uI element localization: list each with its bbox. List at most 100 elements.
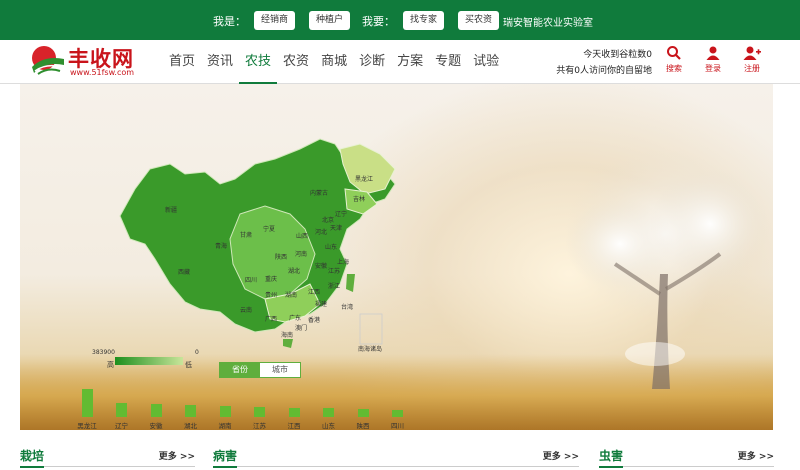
site-logo[interactable]: 丰收网 www.51fsw.com — [30, 43, 148, 81]
toggle-province[interactable]: 省份 — [220, 363, 260, 377]
section-pests: 虫害 更多 >> — [599, 443, 774, 468]
search-icon — [667, 46, 681, 60]
nav-trials[interactable]: 试验 — [467, 40, 505, 84]
label-jiangxi: 江西 — [308, 289, 320, 296]
nav-tech[interactable]: 农技 — [239, 40, 278, 84]
nav-topics[interactable]: 专题 — [429, 40, 467, 84]
label-hubei: 湖北 — [288, 267, 300, 275]
label-hebei: 河北 — [315, 228, 327, 236]
buy-supplies-button[interactable]: 买农资 — [458, 11, 500, 30]
label-nanhai: 南海诸岛 — [358, 345, 382, 353]
bar[interactable] — [392, 409, 403, 417]
bar[interactable] — [288, 407, 300, 417]
bar-column[interactable]: 陕西 — [346, 408, 380, 430]
province-bar-chart: 黑龙江 辽宁 安徽 湖北 湖南 江苏 江西 山东 陕西 四川 — [70, 379, 410, 430]
label-guizhou: 贵州 — [265, 291, 277, 299]
map-hainan[interactable] — [283, 339, 293, 348]
toggle-city[interactable]: 城市 — [260, 363, 300, 377]
i-want-label: 我要： — [362, 14, 395, 28]
label-shaanxi: 陕西 — [275, 253, 287, 261]
bar-label: 山东 — [322, 422, 335, 430]
label-shandong: 山东 — [325, 243, 337, 251]
label-qinghai: 青海 — [215, 242, 227, 250]
bar-column[interactable]: 黑龙江 — [70, 389, 104, 430]
bar-column[interactable]: 四川 — [381, 409, 415, 430]
bar-column[interactable]: 安徽 — [139, 404, 173, 430]
more-link-pests[interactable]: 更多 >> — [738, 449, 774, 462]
legend-gradient — [115, 357, 183, 365]
login-button[interactable]: 登录 — [696, 45, 730, 74]
bar-column[interactable]: 湖南 — [208, 406, 242, 430]
bar-label: 黑龙江 — [77, 422, 97, 430]
bar-label: 四川 — [391, 422, 404, 430]
label-jilin: 吉林 — [353, 195, 365, 203]
label-fujian: 福建 — [315, 300, 327, 308]
map-legend: 383900 0 高 低 — [92, 349, 207, 369]
bar-column[interactable]: 江苏 — [243, 406, 277, 430]
label-hainan: 海南 — [281, 331, 293, 339]
bar[interactable] — [254, 406, 265, 417]
grower-button[interactable]: 种植户 — [309, 11, 351, 30]
label-tianjin: 天津 — [330, 225, 342, 232]
label-sichuan: 四川 — [245, 277, 257, 284]
login-label: 登录 — [705, 64, 721, 73]
bar[interactable] — [219, 406, 231, 417]
bar-column[interactable]: 江西 — [277, 407, 311, 430]
user-icon — [706, 46, 720, 60]
legend-high-label: 高 — [107, 361, 114, 369]
register-button[interactable]: 注册 — [735, 45, 769, 74]
label-gansu: 甘肃 — [240, 231, 252, 239]
lab-link[interactable]: 瑞安智能农业实验室 — [503, 14, 593, 29]
bar-label: 安徽 — [149, 422, 163, 430]
header: 丰收网 www.51fsw.com 首页 资讯 农技 农资 商城 诊断 方案 专… — [0, 40, 800, 84]
bar-column[interactable]: 湖北 — [174, 405, 208, 430]
label-henan: 河南 — [295, 250, 307, 258]
label-heilongjiang: 黑龙江 — [355, 175, 373, 183]
more-link-disease[interactable]: 更多 >> — [543, 449, 579, 462]
label-yunnan: 云南 — [240, 306, 252, 314]
bar-column[interactable]: 山东 — [312, 408, 346, 430]
label-xianggang: 香港 — [308, 316, 320, 324]
bar[interactable] — [185, 405, 196, 417]
nav-diagnosis[interactable]: 诊断 — [353, 40, 391, 84]
more-link-cultivation[interactable]: 更多 >> — [159, 449, 195, 462]
label-xinjiang: 新疆 — [165, 206, 177, 214]
bar-label: 湖北 — [184, 422, 197, 430]
label-guangxi: 广西 — [265, 315, 277, 323]
label-guangdong: 广东 — [289, 314, 301, 322]
legend-low-label: 低 — [185, 361, 192, 369]
add-user-icon — [743, 46, 761, 60]
bar[interactable] — [357, 408, 369, 417]
nav-home[interactable]: 首页 — [163, 40, 201, 84]
dealer-button[interactable]: 经销商 — [254, 11, 296, 30]
hero-banner: 黑龙江 吉林 辽宁 内蒙古 新疆 西藏 青海 甘肃 四川 云南 广西 广东 湖南… — [20, 84, 773, 430]
nav-solutions[interactable]: 方案 — [391, 40, 429, 84]
nav-supplies[interactable]: 农资 — [277, 40, 315, 84]
find-expert-button[interactable]: 找专家 — [403, 11, 445, 30]
legend-min-value: 0 — [195, 349, 199, 356]
label-aomen: 澳门 — [295, 324, 307, 332]
bar-label: 江苏 — [253, 422, 266, 430]
top-bar: 我是： 经销商 种植户 我要： 找专家 买农资 瑞安智能农业实验室 — [0, 0, 800, 40]
label-anhui: 安徽 — [315, 262, 327, 270]
bar[interactable] — [116, 403, 127, 417]
map-taiwan[interactable] — [346, 274, 355, 292]
label-hunan: 湖南 — [285, 291, 297, 299]
bar[interactable] — [81, 389, 93, 417]
section-disease: 病害 更多 >> — [213, 443, 579, 468]
grain-count: 今天收到谷粒数0 — [583, 50, 652, 60]
search-button[interactable]: 搜索 — [657, 45, 691, 74]
label-shanghai: 上海 — [337, 258, 349, 266]
bar-column[interactable]: 辽宁 — [105, 403, 139, 430]
nav-news[interactable]: 资讯 — [201, 40, 239, 84]
china-map[interactable]: 黑龙江 吉林 辽宁 内蒙古 新疆 西藏 青海 甘肃 四川 云南 广西 广东 湖南… — [115, 134, 405, 354]
logo-mark-icon — [32, 46, 64, 75]
bar[interactable] — [150, 404, 162, 417]
i-want-group: 我要： 找专家 买农资 — [362, 11, 513, 30]
label-xizang: 西藏 — [178, 268, 190, 276]
bar-label: 湖南 — [218, 422, 232, 430]
section-title-pests: 虫害 — [599, 447, 624, 468]
nav-mall[interactable]: 商城 — [315, 40, 353, 84]
label-shanxi: 山西 — [296, 232, 308, 240]
bar[interactable] — [323, 408, 334, 417]
